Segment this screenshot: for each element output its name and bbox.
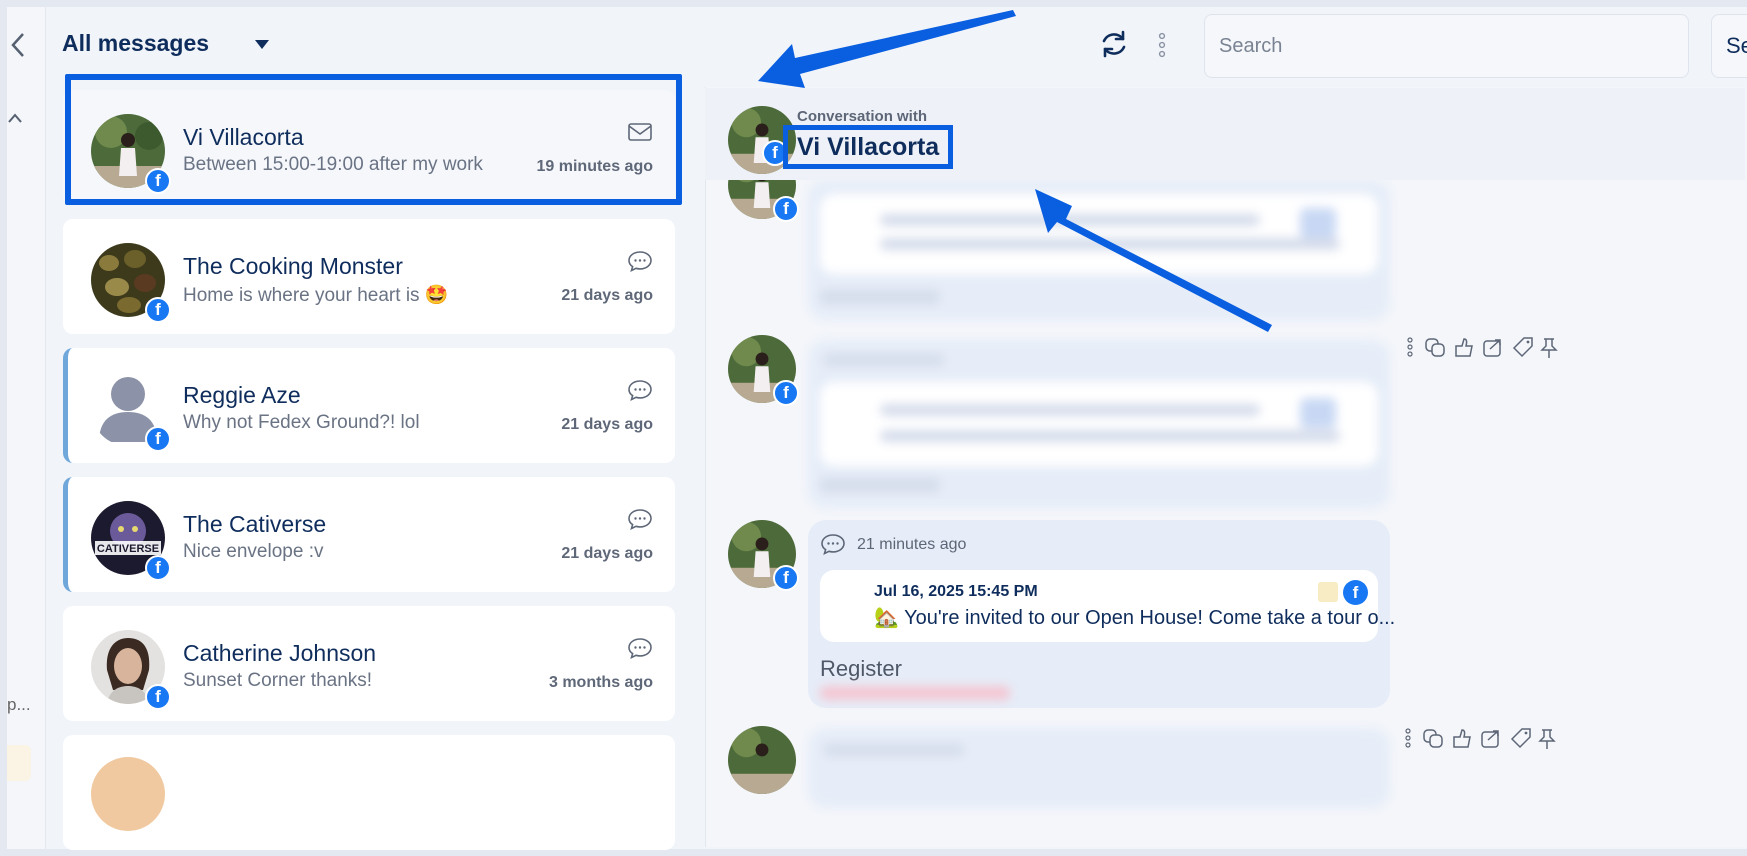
arrow-annotation — [1035, 189, 1272, 332]
arrow-annotation — [758, 10, 1016, 88]
annotation-arrows — [758, 10, 1272, 332]
